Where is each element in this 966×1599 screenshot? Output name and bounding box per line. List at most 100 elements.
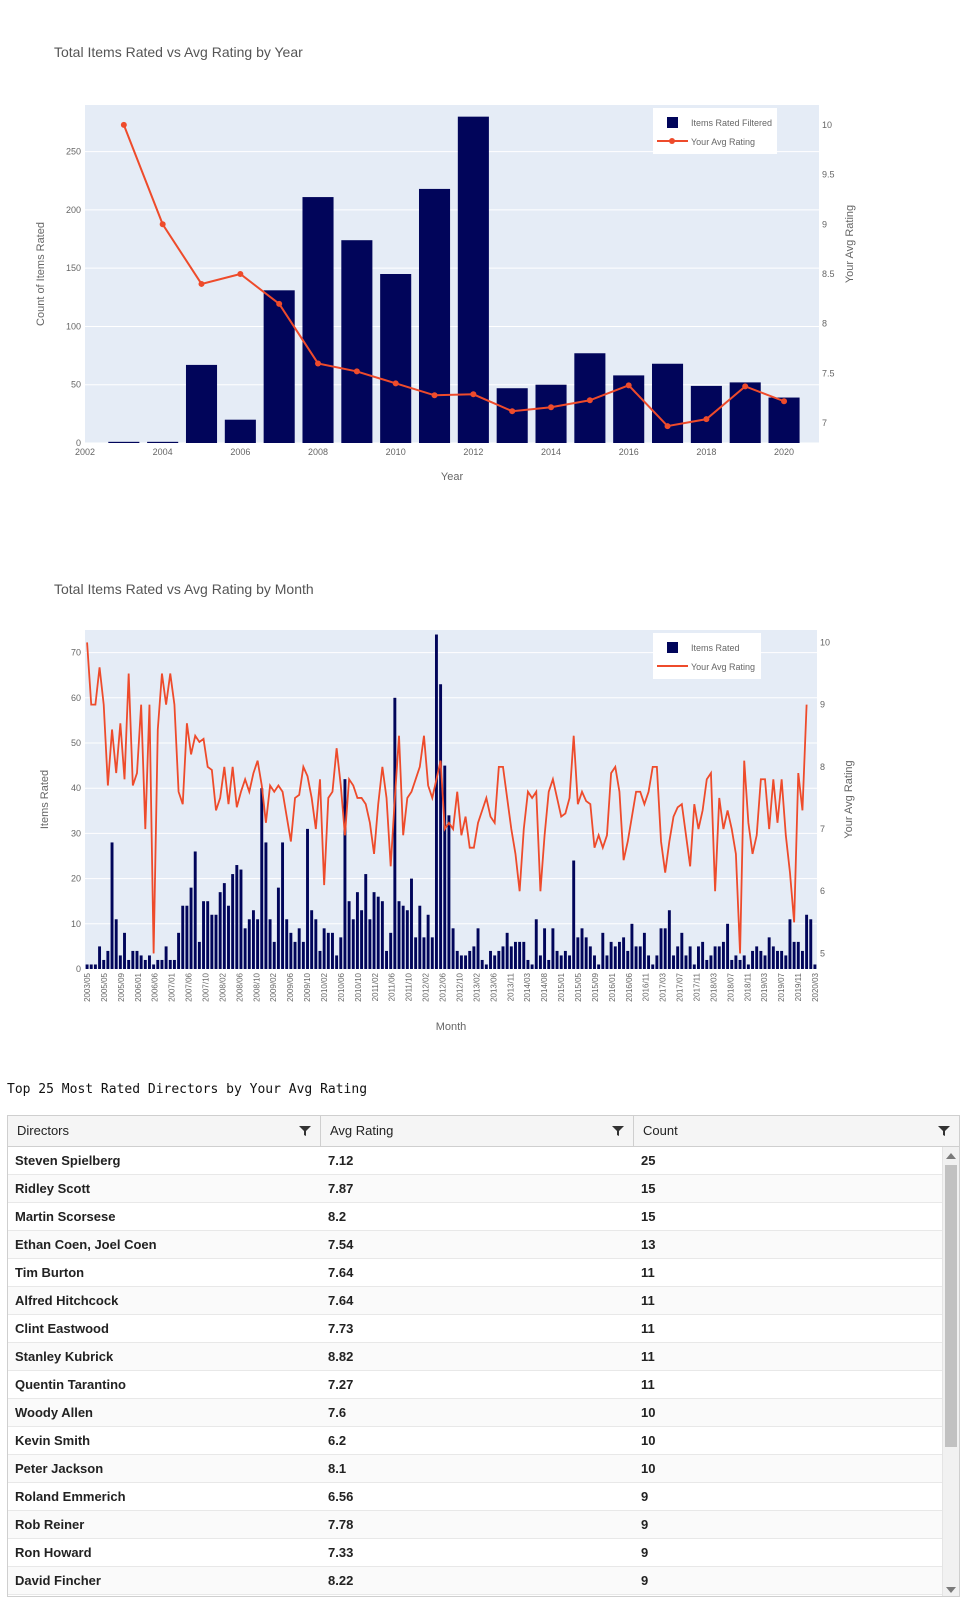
data-point [781, 398, 788, 405]
bar [239, 869, 243, 969]
bar [634, 946, 638, 969]
legend-swatch [667, 117, 678, 128]
column-header-count[interactable]: Count [634, 1116, 959, 1146]
table-row[interactable]: David Fincher 8.22 9 [8, 1567, 942, 1595]
bar [247, 919, 251, 969]
table-body[interactable]: Steven Spielberg 7.12 25 Ridley Scott 7.87 15… [8, 1147, 959, 1596]
bar [788, 919, 792, 969]
bar [776, 950, 779, 969]
bar [426, 914, 430, 969]
table-row[interactable]: Quentin Tarantino 7.27 11 [8, 1371, 942, 1399]
bar [89, 964, 93, 969]
column-header-avg-rating[interactable]: Avg Rating [321, 1116, 634, 1146]
bar [285, 919, 289, 969]
table-row[interactable]: Alfred Hitchcock 7.64 11 [8, 1287, 942, 1315]
y-tick-label: 70 [71, 648, 81, 658]
cell-avg-rating: 8.82 [328, 1349, 354, 1364]
bar [360, 910, 364, 969]
bar [405, 910, 409, 969]
bar [326, 932, 330, 969]
bar [676, 946, 680, 969]
bar [189, 887, 193, 969]
arrow-up-icon[interactable] [946, 1153, 956, 1159]
table-row[interactable]: Stanley Kubrick 8.82 11 [8, 1343, 942, 1371]
bar [580, 928, 584, 969]
cell-count: 11 [641, 1321, 655, 1336]
bar [800, 950, 804, 969]
table-row[interactable]: Ridley Scott 7.87 15 [8, 1175, 942, 1203]
bar [139, 955, 143, 969]
filter-icon[interactable] [938, 1125, 950, 1137]
table-row[interactable]: Tim Burton 7.64 11 [8, 1259, 942, 1287]
column-header-directors[interactable]: Directors [8, 1116, 321, 1146]
year-chart-plot[interactable]: 05010015020025077.588.599.5102002 2004 200… [0, 0, 966, 500]
y-tick-label: 30 [71, 828, 81, 838]
data-point [120, 121, 127, 128]
cell-count: 10 [641, 1405, 656, 1420]
bar [588, 946, 592, 969]
bar [717, 946, 721, 969]
cell-avg-rating: 7.12 [328, 1153, 354, 1168]
x-tick-label: 2020/03 [811, 972, 820, 1001]
bar [813, 964, 817, 969]
x-tick-label: 2009/10 [303, 972, 312, 1001]
bar [143, 959, 147, 969]
cell-count: 25 [641, 1153, 656, 1168]
table-row[interactable]: Peter Jackson 8.1 10 [8, 1455, 942, 1483]
y2-tick-label: 5 [820, 948, 825, 958]
bar [680, 932, 684, 969]
table-row[interactable]: Rob Reiner 7.78 9 [8, 1511, 942, 1539]
bar [726, 923, 730, 969]
x-tick-label: 2016/01 [608, 972, 617, 1001]
bar [314, 919, 318, 969]
x-tick-label: 2006 [230, 447, 250, 457]
bar [276, 887, 280, 969]
x-tick-label: 2012/10 [455, 972, 464, 1001]
bar [355, 892, 359, 969]
table-row[interactable]: Roland Emmerich 6.56 9 [8, 1483, 942, 1511]
filter-icon[interactable] [612, 1125, 624, 1137]
bar [341, 240, 373, 443]
bar [563, 950, 567, 969]
x-tick-label: 2002 [75, 447, 95, 457]
cell-director: Martin Scorsese [15, 1209, 116, 1224]
bar [497, 950, 501, 969]
bar [605, 955, 609, 969]
cell-count: 9 [641, 1573, 649, 1588]
x-tick-label: 2007/10 [202, 972, 211, 1001]
table-row[interactable]: Clint Eastwood 7.73 11 [8, 1315, 942, 1343]
table-header: Directors Avg Rating Count [8, 1116, 959, 1147]
cell-avg-rating: 8.22 [328, 1573, 354, 1588]
cell-director: Ridley Scott [15, 1181, 91, 1196]
filter-icon[interactable] [299, 1125, 311, 1137]
bar [418, 188, 451, 443]
bar [713, 946, 717, 969]
table-row[interactable]: Ron Howard 7.33 9 [8, 1539, 942, 1567]
bar [322, 928, 326, 969]
legend-swatch [669, 138, 675, 144]
bar [701, 941, 705, 969]
table-row[interactable]: Martin Scorsese 8.2 15 [8, 1203, 942, 1231]
table-row[interactable]: Ethan Coen, Joel Coen 7.54 13 [8, 1231, 942, 1259]
arrow-down-icon[interactable] [946, 1587, 956, 1593]
bar [243, 928, 247, 969]
bar [721, 941, 725, 969]
bar [127, 959, 131, 969]
data-point [470, 391, 477, 398]
bar [123, 932, 126, 969]
vertical-scrollbar[interactable] [942, 1147, 959, 1596]
table-row[interactable]: Kevin Smith 6.2 10 [8, 1427, 942, 1455]
bar [210, 914, 214, 969]
bar [613, 946, 617, 969]
cell-director: Ron Howard [15, 1545, 92, 1560]
bar [310, 910, 314, 969]
month-chart-plot[interactable]: 0 10 20 30 40 50 60 70 5 6 7 8 9 10 2003/05 2005/05 2005… [0, 525, 966, 1065]
scroll-thumb[interactable] [945, 1165, 957, 1447]
table-row[interactable]: Woody Allen 7.6 10 [8, 1399, 942, 1427]
bar [796, 941, 800, 969]
legend-swatch [667, 642, 678, 653]
table-row[interactable]: Steven Spielberg 7.12 25 [8, 1147, 942, 1175]
bar [224, 419, 256, 443]
y-axis-label: Count of Items Rated [35, 222, 47, 326]
y2-tick-label: 9 [820, 700, 825, 710]
